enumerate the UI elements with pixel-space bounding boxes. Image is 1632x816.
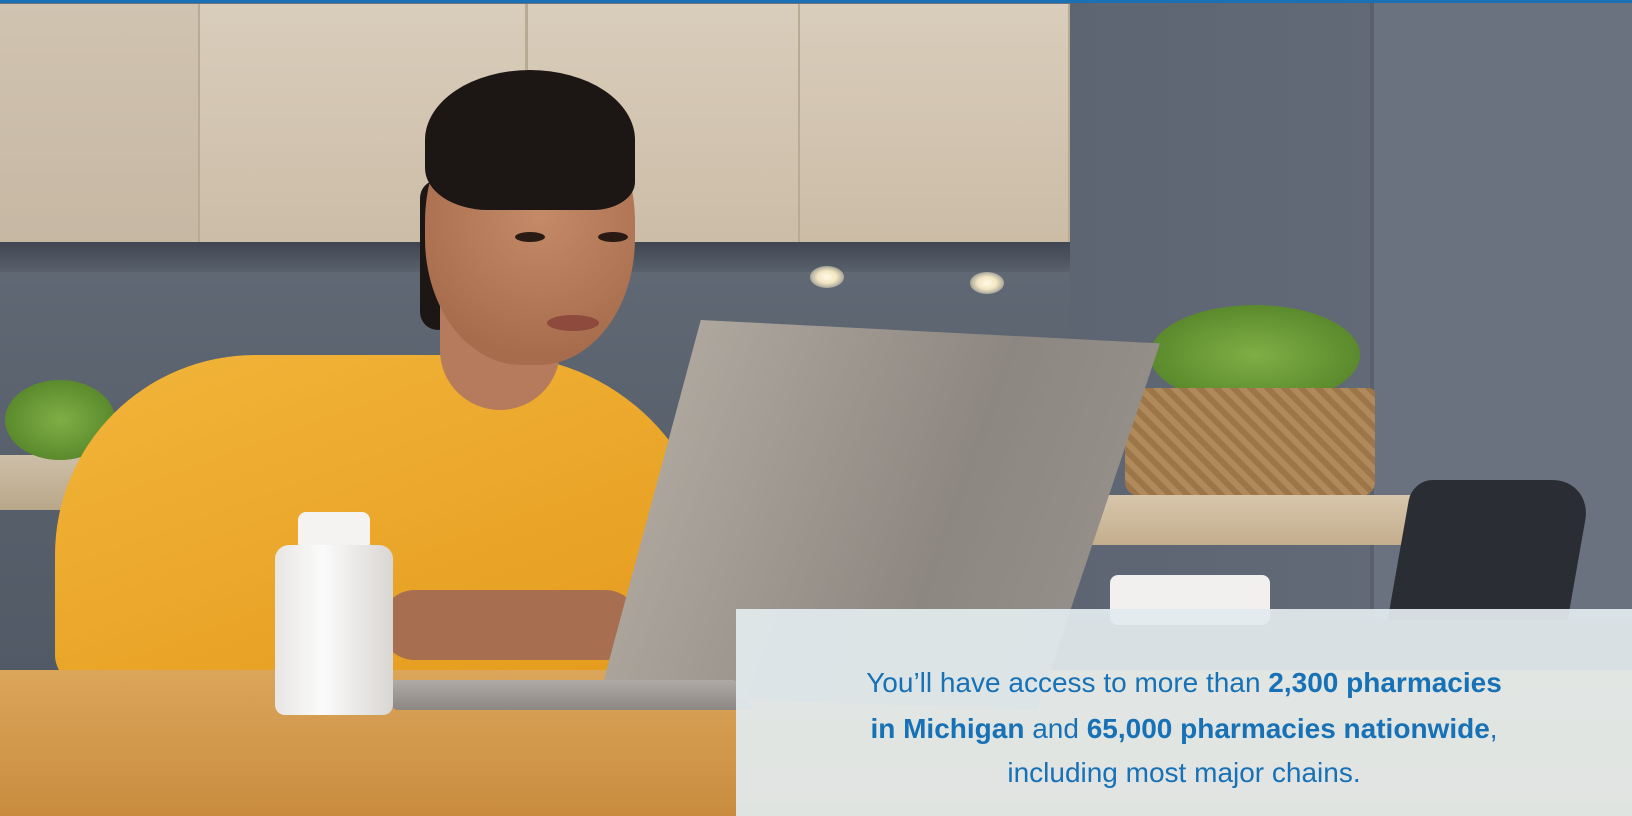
caption-highlight: in Michigan xyxy=(870,713,1025,744)
caption-line-2: in Michigan and 65,000 pharmacies nation… xyxy=(736,706,1632,752)
caption-text: including most major chains. xyxy=(1007,757,1361,788)
caption-text: You’ll have access to more than xyxy=(866,667,1269,698)
pill-bottle xyxy=(275,545,393,715)
caption-text: and xyxy=(1024,713,1087,744)
lips xyxy=(547,315,599,331)
wicker-basket xyxy=(1125,388,1375,496)
eye xyxy=(515,232,545,242)
laptop-base xyxy=(376,680,754,710)
hair xyxy=(425,70,635,210)
ceiling-light xyxy=(970,272,1004,294)
cabinet xyxy=(0,4,201,254)
cabinet xyxy=(800,4,1071,244)
caption-box: You’ll have access to more than 2,300 ph… xyxy=(736,609,1632,816)
caption-highlight: 2,300 pharmacies xyxy=(1268,667,1502,698)
caption-line-1: You’ll have access to more than 2,300 ph… xyxy=(736,660,1632,706)
chair xyxy=(1387,480,1593,620)
ceiling-light xyxy=(810,266,844,288)
arm xyxy=(380,590,640,660)
caption-text: , xyxy=(1489,713,1498,744)
eye xyxy=(598,232,628,242)
top-accent-bar xyxy=(0,0,1632,3)
caption-highlight: 65,000 pharmacies nationwide xyxy=(1086,713,1490,744)
caption-line-3: including most major chains. xyxy=(736,750,1632,796)
